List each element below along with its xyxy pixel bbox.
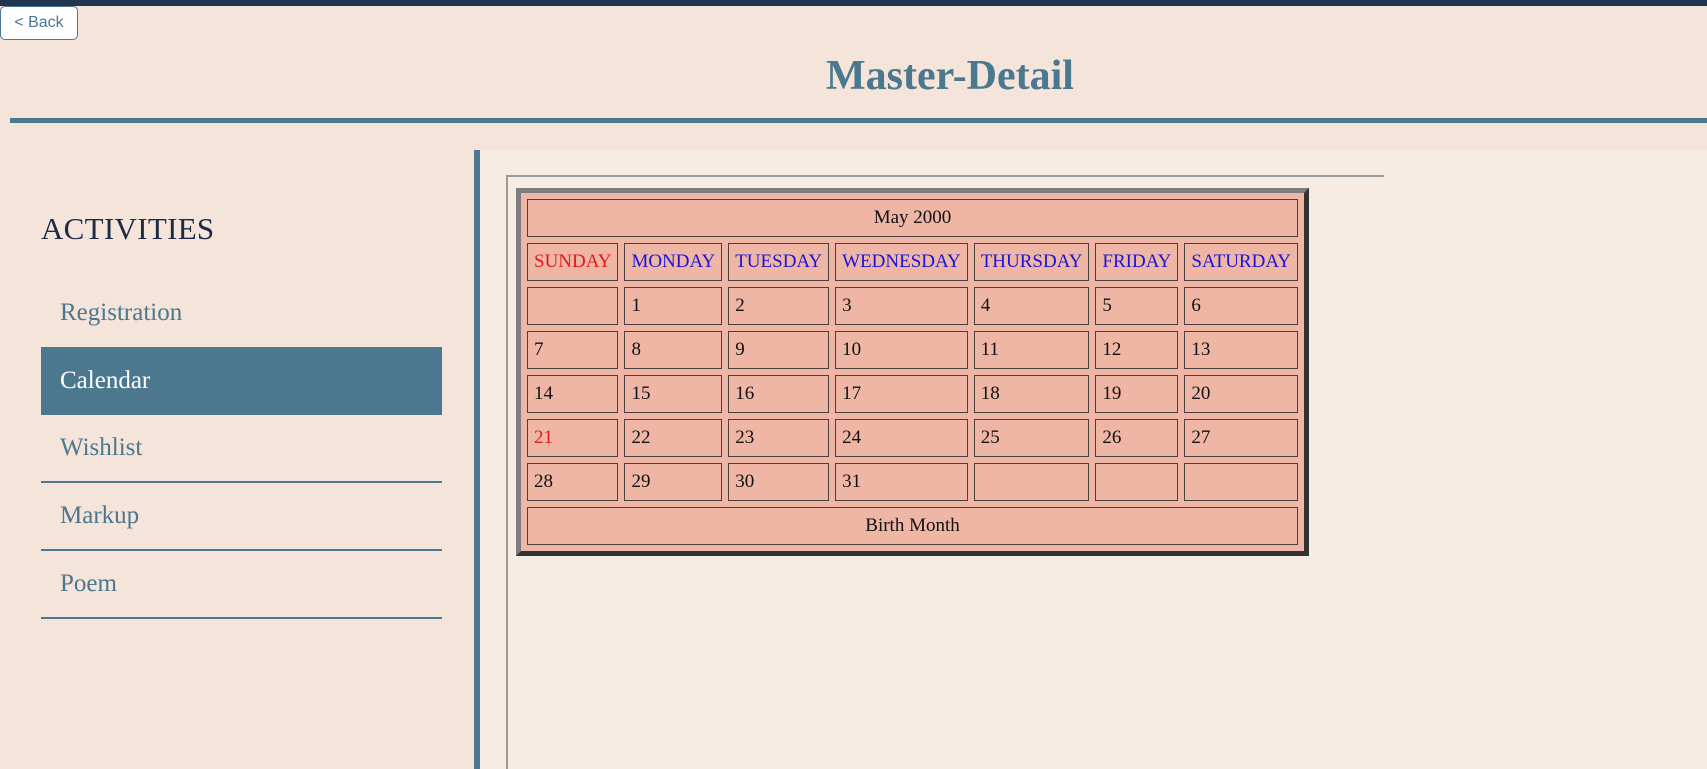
calendar-footer: Birth Month — [527, 507, 1299, 545]
sidebar-item-markup[interactable]: Markup — [41, 483, 442, 551]
week-row: 1 2 3 4 5 6 — [527, 287, 1299, 325]
day-cell: 3 — [835, 287, 968, 325]
sidebar-item-registration[interactable]: Registration — [41, 279, 442, 347]
day-cell: 31 — [835, 463, 968, 501]
weekday-header-tuesday: TUESDAY — [728, 243, 830, 281]
sidebar-item-poem[interactable]: Poem — [41, 551, 442, 619]
back-button[interactable]: < Back — [0, 6, 78, 40]
sidebar-item-calendar[interactable]: Calendar — [41, 347, 442, 415]
top-bar — [0, 0, 1707, 6]
day-cell: 5 — [1095, 287, 1179, 325]
weekday-header-monday: MONDAY — [624, 243, 723, 281]
day-cell: 24 — [835, 419, 968, 457]
day-cell: 20 — [1184, 375, 1299, 413]
day-cell: 7 — [527, 331, 619, 369]
calendar-caption: May 2000 — [527, 199, 1299, 237]
day-cell: 1 — [624, 287, 723, 325]
detail-panel: May 2000 SUNDAY MONDAY TUESDAY WEDNESDAY… — [480, 150, 1707, 769]
day-cell — [1095, 463, 1179, 501]
day-cell: 30 — [728, 463, 830, 501]
frame-border-left — [506, 175, 508, 769]
day-cell: 17 — [835, 375, 968, 413]
weekday-header-sunday: SUNDAY — [527, 243, 619, 281]
day-cell: 28 — [527, 463, 619, 501]
sidebar-item-wishlist[interactable]: Wishlist — [41, 415, 442, 483]
day-cell-highlighted: 21 — [527, 419, 619, 457]
day-cell: 22 — [624, 419, 723, 457]
sidebar-heading: ACTIVITIES — [41, 211, 215, 246]
day-cell: 4 — [973, 287, 1090, 325]
day-cell: 23 — [728, 419, 830, 457]
weekday-header-saturday: SATURDAY — [1184, 243, 1299, 281]
day-cell: 15 — [624, 375, 723, 413]
day-cell: 29 — [624, 463, 723, 501]
week-row: 28 29 30 31 — [527, 463, 1299, 501]
sidebar-nav: Registration Calendar Wishlist Markup Po… — [41, 279, 442, 619]
day-cell: 2 — [728, 287, 830, 325]
page-title: Master-Detail — [826, 53, 1074, 99]
day-cell: 25 — [973, 419, 1090, 457]
weekday-header-wednesday: WEDNESDAY — [835, 243, 968, 281]
day-cell — [973, 463, 1090, 501]
day-cell: 14 — [527, 375, 619, 413]
weekday-header-thursday: THURSDAY — [973, 243, 1090, 281]
day-cell: 16 — [728, 375, 830, 413]
calendar-table: May 2000 SUNDAY MONDAY TUESDAY WEDNESDAY… — [516, 188, 1310, 556]
day-cell: 6 — [1184, 287, 1299, 325]
weekday-header-row: SUNDAY MONDAY TUESDAY WEDNESDAY THURSDAY… — [527, 243, 1299, 281]
week-row: 21 22 23 24 25 26 27 — [527, 419, 1299, 457]
day-cell: 27 — [1184, 419, 1299, 457]
day-cell: 19 — [1095, 375, 1179, 413]
day-cell: 10 — [835, 331, 968, 369]
weekday-header-friday: FRIDAY — [1095, 243, 1179, 281]
title-divider — [10, 118, 1707, 123]
week-row: 7 8 9 10 11 12 13 — [527, 331, 1299, 369]
day-cell — [1184, 463, 1299, 501]
week-row: 14 15 16 17 18 19 20 — [527, 375, 1299, 413]
frame-border-top — [506, 175, 1384, 177]
day-cell: 11 — [973, 331, 1090, 369]
day-cell: 26 — [1095, 419, 1179, 457]
day-cell — [527, 287, 619, 325]
sidebar: ACTIVITIES Registration Calendar Wishlis… — [0, 150, 474, 769]
day-cell: 9 — [728, 331, 830, 369]
day-cell: 13 — [1184, 331, 1299, 369]
day-cell: 8 — [624, 331, 723, 369]
day-cell: 12 — [1095, 331, 1179, 369]
day-cell: 18 — [973, 375, 1090, 413]
